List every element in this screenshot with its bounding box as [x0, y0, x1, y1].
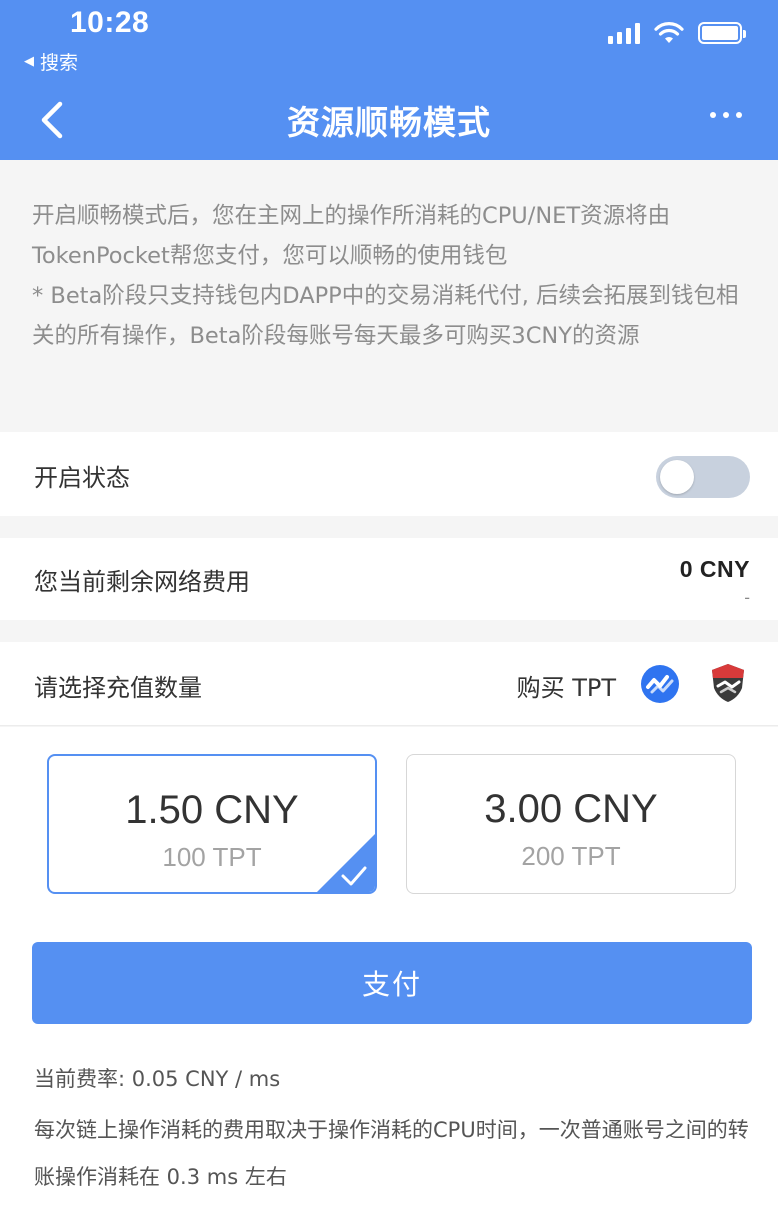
smooth-mode-toggle[interactable]	[656, 456, 750, 498]
back-triangle-icon: ◀	[24, 54, 34, 69]
option-3-00-cny[interactable]: 3.00 CNY 200 TPT	[406, 754, 736, 894]
back-app-label: 搜索	[40, 52, 79, 74]
page-title: 资源顺畅模式	[287, 103, 491, 142]
intro-line-2: * Beta阶段只支持钱包内DAPP中的交易消耗代付, 后续会拓展到钱包相关的所…	[32, 283, 739, 349]
battery-icon	[698, 22, 746, 44]
intro-line-1: 开启顺畅模式后，您在主网上的操作所消耗的CPU/NET资源将由TokenPock…	[32, 203, 671, 269]
select-amount-row: 请选择充值数量 购买 TPT	[0, 642, 778, 726]
toggle-knob	[660, 460, 694, 494]
back-to-app-link[interactable]: ◀ 搜索	[24, 48, 78, 75]
fee-label: 您当前剩余网络费用	[34, 568, 250, 596]
intro-description: 开启顺畅模式后，您在主网上的操作所消耗的CPU/NET资源将由TokenPock…	[32, 196, 756, 356]
status-indicators	[608, 22, 746, 44]
buy-tpt-link[interactable]: 购买 TPT	[517, 668, 616, 703]
option-1-50-cny[interactable]: 1.50 CNY 100 TPT	[47, 754, 377, 894]
more-icon[interactable]	[710, 112, 742, 118]
fee-value: 0 CNY	[679, 556, 750, 582]
option-price: 3.00 CNY	[484, 787, 658, 831]
status-label: 开启状态	[34, 464, 130, 492]
option-tpt: 200 TPT	[521, 841, 621, 871]
status-row: 开启状态	[0, 432, 778, 516]
selected-check-icon	[317, 834, 375, 892]
recharge-options-area: 1.50 CNY 100 TPT 3.00 CNY 200 TPT 支付 当前费…	[0, 727, 778, 1210]
wifi-icon	[654, 22, 684, 43]
red-shield-handshake-icon[interactable]	[708, 662, 748, 704]
status-time: 10:28	[70, 6, 150, 39]
fee-sub-value: -	[744, 588, 750, 607]
signal-icon	[608, 22, 640, 44]
pay-button[interactable]: 支付	[32, 942, 752, 1024]
select-amount-label: 请选择充值数量	[34, 674, 202, 702]
cost-note: 每次链上操作消耗的费用取决于操作消耗的CPU时间，一次普通账号之间的转账操作消耗…	[34, 1118, 749, 1189]
fee-row: 您当前剩余网络费用 0 CNY -	[0, 538, 778, 620]
header: 10:28 ◀ 搜索 资源顺畅模式	[0, 0, 778, 160]
current-rate: 当前费率: 0.05 CNY / ms	[34, 1067, 281, 1091]
blue-check-wave-icon[interactable]	[640, 664, 680, 704]
option-price: 1.50 CNY	[125, 788, 299, 832]
